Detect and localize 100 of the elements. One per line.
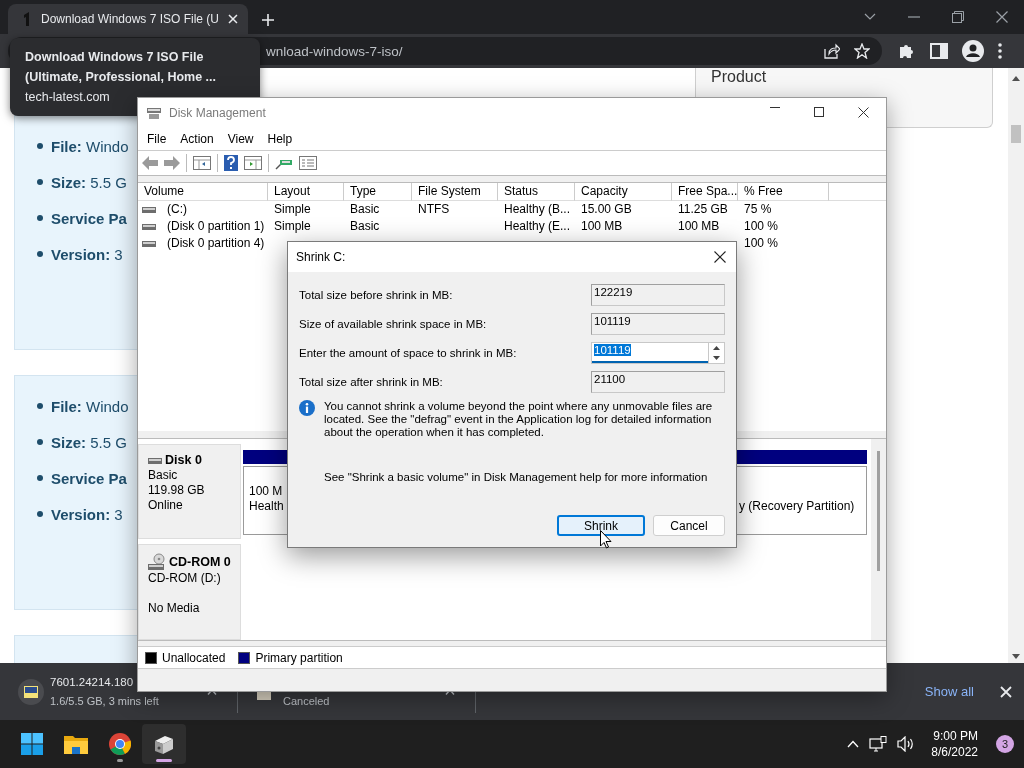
column-header[interactable]: Type bbox=[344, 183, 412, 201]
clock-time[interactable]: 9:00 PM bbox=[933, 728, 978, 744]
puzzle-icon[interactable] bbox=[898, 42, 916, 60]
spec-text: Version: 3 bbox=[51, 245, 123, 263]
volume-icon[interactable] bbox=[897, 736, 916, 752]
table-cell-text: 100 MB bbox=[677, 218, 721, 235]
bullet-icon bbox=[37, 439, 43, 445]
spec-text: Service Pa bbox=[51, 209, 127, 227]
share-icon[interactable] bbox=[824, 43, 840, 59]
table-cell-text: Basic bbox=[349, 201, 381, 218]
column-header[interactable]: Volume bbox=[138, 183, 268, 201]
menu-item[interactable]: Help bbox=[260, 132, 300, 146]
download-status: 1.6/5.5 GB, 3 mins left bbox=[50, 695, 159, 708]
disk-detail: Basic bbox=[148, 468, 179, 483]
browser-tab[interactable]: Download Windows 7 ISO File (U bbox=[8, 4, 248, 34]
scroll-up-button[interactable] bbox=[1012, 76, 1020, 81]
drive-icon bbox=[148, 456, 162, 465]
bullet-icon bbox=[37, 475, 43, 481]
card-title: Product bbox=[711, 68, 767, 85]
bullet-icon bbox=[37, 215, 43, 221]
new-tab-icon[interactable] bbox=[262, 14, 274, 26]
taskbar-button[interactable] bbox=[142, 724, 186, 764]
table-cell-text: Healthy (B... bbox=[503, 201, 572, 218]
disk-name: Disk 0 bbox=[165, 453, 202, 468]
properties-icon[interactable] bbox=[193, 156, 211, 170]
profile-icon[interactable] bbox=[962, 40, 984, 62]
shrink-button[interactable]: Shrink bbox=[557, 515, 645, 536]
table-cell-text: (Disk 0 partition 1) bbox=[166, 218, 265, 235]
clock-date[interactable]: 8/6/2022 bbox=[931, 744, 978, 760]
disk-detail: CD-ROM (D:) bbox=[148, 571, 222, 586]
column-header[interactable]: % Free bbox=[738, 183, 829, 201]
disk-detail: 119.98 GB bbox=[148, 483, 206, 498]
legend-label: Unallocated bbox=[162, 650, 226, 665]
bullet-icon bbox=[37, 511, 43, 517]
table-cell-text: Basic bbox=[349, 218, 381, 235]
table-cell-text: 100 % bbox=[743, 235, 780, 252]
disk-management-icon bbox=[146, 106, 162, 120]
iso-file-icon bbox=[18, 678, 44, 705]
help-icon[interactable] bbox=[224, 155, 238, 171]
spec-text: File: Windo bbox=[51, 137, 129, 155]
close-icon[interactable] bbox=[996, 11, 1008, 23]
scrollbar-thumb[interactable] bbox=[877, 451, 880, 571]
column-header[interactable]: File System bbox=[412, 183, 498, 201]
field-label: Enter the amount of space to shrink in MB: bbox=[299, 347, 518, 359]
tooltip-domain: tech-latest.com bbox=[25, 89, 111, 106]
side-panel-icon[interactable] bbox=[930, 43, 948, 59]
close-icon[interactable] bbox=[714, 251, 726, 263]
legend-label: Primary partition bbox=[255, 650, 343, 665]
menu-icon[interactable] bbox=[998, 43, 1002, 59]
spec-text: Size: 5.5 G bbox=[51, 433, 127, 451]
back-arrow-icon[interactable] bbox=[142, 156, 158, 170]
chrome-icon bbox=[109, 733, 131, 755]
field-label: Total size after shrink in MB: bbox=[299, 376, 444, 388]
column-header[interactable]: Status bbox=[498, 183, 575, 201]
table-cell-text: 75 % bbox=[743, 201, 773, 218]
table-cell-text: 15.00 GB bbox=[580, 201, 633, 218]
table-cell-text: 11.25 GB bbox=[677, 201, 729, 218]
cd-drive-icon bbox=[148, 553, 166, 571]
scrollbar-thumb[interactable] bbox=[1011, 125, 1021, 143]
scroll-down-button[interactable] bbox=[1012, 654, 1020, 659]
network-icon[interactable] bbox=[869, 736, 888, 752]
column-header[interactable]: Layout bbox=[268, 183, 344, 201]
star-icon[interactable] bbox=[854, 43, 870, 59]
spec-text: Version: 3 bbox=[51, 505, 123, 523]
field-label: Total size before shrink in MB: bbox=[299, 289, 454, 301]
info-text: You cannot shrink a volume beyond the point where any unmovable files are located. See the "defrag" event in the Application log for detailed information about the operation when it has completed. bbox=[324, 400, 714, 439]
disk-detail: No Media bbox=[148, 601, 201, 616]
menu-item[interactable]: File bbox=[140, 132, 174, 146]
download-name[interactable]: 7601.24214.180 bbox=[50, 675, 134, 690]
menu-item[interactable]: Action bbox=[173, 132, 221, 146]
info-icon bbox=[299, 400, 315, 416]
disk-name: CD-ROM 0 bbox=[169, 554, 231, 570]
spec-text: File: Windo bbox=[51, 397, 129, 415]
partition-text: y (Recovery Partition) bbox=[739, 499, 856, 514]
spec-text: Size: 5.5 G bbox=[51, 173, 127, 191]
drive-icon bbox=[142, 222, 156, 231]
forward-arrow-icon[interactable] bbox=[164, 156, 180, 170]
column-header[interactable]: Free Spa... bbox=[672, 183, 738, 201]
field-label: Size of available shrink space in MB: bbox=[299, 318, 488, 330]
cancel-button[interactable]: Cancel bbox=[653, 515, 725, 536]
number-field: 122219 bbox=[591, 284, 725, 306]
number-field: 21100 bbox=[591, 371, 725, 393]
column-header[interactable]: Capacity bbox=[575, 183, 672, 201]
bullet-icon bbox=[37, 403, 43, 409]
restore-icon[interactable] bbox=[952, 11, 964, 23]
bullet-icon bbox=[37, 143, 43, 149]
cursor-icon bbox=[600, 530, 612, 549]
chevron-down-icon[interactable] bbox=[864, 13, 876, 21]
partition-text: Health bbox=[249, 499, 285, 514]
table-cell-text: (Disk 0 partition 4) bbox=[166, 235, 265, 252]
dialog-title: Shrink C: bbox=[296, 250, 346, 264]
pane-view-icon[interactable] bbox=[244, 156, 262, 170]
list-view-icon[interactable] bbox=[299, 156, 317, 170]
table-cell-text: Healthy (E... bbox=[503, 218, 572, 235]
show-all-link[interactable]: Show all bbox=[924, 684, 974, 699]
chevron-up-icon[interactable] bbox=[847, 740, 860, 748]
drive-icon bbox=[142, 205, 156, 214]
spin-field[interactable]: 101119 bbox=[592, 343, 708, 363]
notification-badge[interactable]: 3 bbox=[996, 735, 1014, 753]
menu-item[interactable]: View bbox=[220, 132, 261, 146]
